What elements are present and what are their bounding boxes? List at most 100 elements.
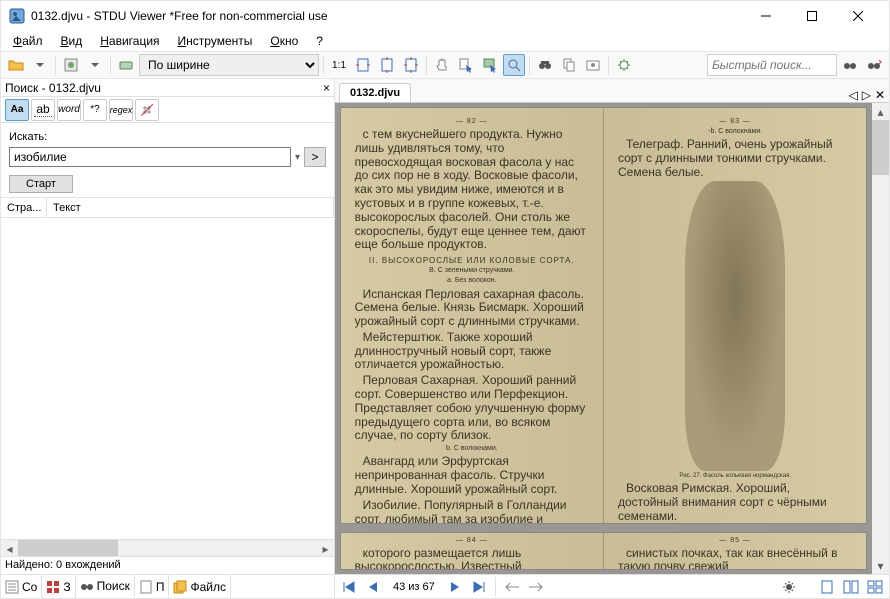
- viewer-vscroll[interactable]: ▴ ▾: [872, 103, 889, 574]
- regex-toggle[interactable]: regex: [109, 99, 133, 121]
- menu-window[interactable]: Окно: [262, 32, 306, 50]
- zoom-1to1-button[interactable]: 1:1: [328, 54, 350, 76]
- menubar: Файл Вид Навигация Инструменты Окно ?: [1, 31, 889, 51]
- next-tab-icon[interactable]: ▷: [862, 88, 871, 102]
- prev-page-button[interactable]: [363, 578, 383, 596]
- whole-word-toggle[interactable]: ab: [31, 99, 55, 121]
- page-right-next: — 85 — синистых почках, так как внесённы…: [604, 533, 866, 569]
- fit-height-icon[interactable]: [376, 54, 398, 76]
- single-page-view-icon[interactable]: [817, 578, 837, 596]
- minimize-button[interactable]: [743, 1, 789, 31]
- fit-width-icon[interactable]: [352, 54, 374, 76]
- next-page-button[interactable]: [445, 578, 465, 596]
- doc-tab-active[interactable]: 0132.djvu: [339, 83, 411, 102]
- settings-icon[interactable]: [613, 54, 635, 76]
- continuous-view-icon[interactable]: [865, 578, 885, 596]
- prev-tab-icon[interactable]: ◁: [848, 88, 857, 102]
- select-image-icon[interactable]: [479, 54, 501, 76]
- close-tab-icon[interactable]: ✕: [875, 88, 885, 102]
- search-input[interactable]: [9, 147, 291, 167]
- menu-tools[interactable]: Инструменты: [170, 32, 261, 50]
- select-text-icon[interactable]: [455, 54, 477, 76]
- scan-icon[interactable]: [115, 54, 137, 76]
- thumbnails-icon: [46, 580, 60, 594]
- dropdown-icon[interactable]: [29, 54, 51, 76]
- search-form: Искать: ▾ > Старт: [1, 123, 334, 198]
- scroll-down-icon[interactable]: ▾: [872, 557, 889, 574]
- page-icon: [139, 580, 153, 594]
- menu-view[interactable]: Вид: [53, 32, 91, 50]
- export-setup-icon[interactable]: [60, 54, 82, 76]
- fit-page-icon[interactable]: [400, 54, 422, 76]
- window-title: 0132.djvu - STDU Viewer *Free for non-co…: [31, 9, 743, 23]
- page-right: — 83 — -b. С волокнами. Телеграф. Ранний…: [604, 108, 866, 523]
- last-page-button[interactable]: [469, 578, 489, 596]
- results-hscroll[interactable]: ◂ ▸: [1, 539, 334, 556]
- tab-search[interactable]: Поиск: [76, 575, 135, 598]
- app-icon: [9, 8, 25, 24]
- history-back-button[interactable]: [502, 578, 522, 596]
- results-list: [1, 218, 334, 539]
- tab-files[interactable]: Файлс: [169, 575, 231, 598]
- search-go-button[interactable]: >: [304, 147, 326, 167]
- col-text[interactable]: Текст: [47, 198, 334, 217]
- close-button[interactable]: [835, 1, 881, 31]
- scroll-up-icon[interactable]: ▴: [872, 103, 889, 120]
- quick-search-input[interactable]: [707, 54, 837, 76]
- dropdown-icon[interactable]: [84, 54, 106, 76]
- page-spread-next: — 84 — которого размещается лишь высокор…: [340, 532, 868, 570]
- open-file-icon[interactable]: [5, 54, 27, 76]
- contents-icon: [5, 580, 19, 594]
- search-options-toolbar: Aa ab word *? regex: [1, 97, 334, 123]
- titlebar: 0132.djvu - STDU Viewer *Free for non-co…: [1, 1, 889, 31]
- brightness-icon[interactable]: [779, 578, 799, 596]
- page-counter: 43 из 67: [393, 581, 435, 593]
- tab-properties[interactable]: П: [135, 575, 170, 598]
- results-status: Найдено: 0 вхождений: [1, 556, 334, 574]
- doc-tabs: 0132.djvu ◁ ▷ ✕: [335, 79, 889, 103]
- files-icon: [173, 580, 187, 594]
- facing-pages-view-icon[interactable]: [841, 578, 861, 596]
- binoculars-icon: [80, 579, 94, 593]
- col-page[interactable]: Стра...: [1, 198, 47, 217]
- viewer: — 82 — с тем вкуснейшего продукта. Нужно…: [335, 103, 889, 574]
- search-panel-title: Поиск - 0132.djvu ×: [1, 79, 334, 97]
- snapshot-icon[interactable]: [582, 54, 604, 76]
- sidebar: Поиск - 0132.djvu × Aa ab word *? regex …: [1, 79, 335, 598]
- start-search-button[interactable]: Старт: [9, 175, 73, 193]
- history-forward-button[interactable]: [526, 578, 546, 596]
- plant-illustration: [685, 181, 785, 471]
- search-label: Искать:: [9, 131, 326, 143]
- search-results: Стра... Текст ◂ ▸ Найдено: 0 вхождений: [1, 198, 334, 574]
- word-toggle[interactable]: word: [57, 99, 81, 121]
- zoom-select[interactable]: По ширине: [139, 54, 319, 76]
- case-sensitive-toggle[interactable]: Aa: [5, 99, 29, 121]
- zoom-region-icon[interactable]: [503, 54, 525, 76]
- hand-tool-icon[interactable]: [431, 54, 453, 76]
- find-prev-icon[interactable]: [839, 54, 861, 76]
- menu-navigation[interactable]: Навигация: [92, 32, 167, 50]
- search-history-dropdown-icon[interactable]: ▾: [295, 152, 300, 163]
- sidebar-tabs: Со З Поиск П Файлс: [1, 574, 334, 598]
- copy-icon[interactable]: [558, 54, 580, 76]
- menu-help[interactable]: ?: [308, 32, 331, 50]
- close-panel-icon[interactable]: ×: [323, 81, 330, 95]
- maximize-button[interactable]: [789, 1, 835, 31]
- first-page-button[interactable]: [339, 578, 359, 596]
- main-toolbar: По ширине 1:1: [1, 51, 889, 79]
- results-header: Стра... Текст: [1, 198, 334, 218]
- tab-contents[interactable]: Со: [1, 575, 42, 598]
- menu-file[interactable]: Файл: [5, 32, 51, 50]
- find-next-icon[interactable]: [863, 54, 885, 76]
- binoculars-icon[interactable]: [534, 54, 556, 76]
- search-panel-title-text: Поиск - 0132.djvu: [5, 81, 101, 95]
- wildcard-toggle[interactable]: *?: [83, 99, 107, 121]
- page-left-next: — 84 — которого размещается лишь высокор…: [341, 533, 604, 569]
- hash-toggle[interactable]: [135, 99, 159, 121]
- page-left: — 82 — с тем вкуснейшего продукта. Нужно…: [341, 108, 604, 523]
- content-area: 0132.djvu ◁ ▷ ✕ — 82 — с тем вкуснейшего…: [335, 79, 889, 598]
- page-spread-main: — 82 — с тем вкуснейшего продукта. Нужно…: [340, 107, 868, 524]
- page-area[interactable]: — 82 — с тем вкуснейшего продукта. Нужно…: [335, 103, 872, 574]
- statusbar: 43 из 67: [335, 574, 889, 598]
- tab-thumbnails[interactable]: З: [42, 575, 75, 598]
